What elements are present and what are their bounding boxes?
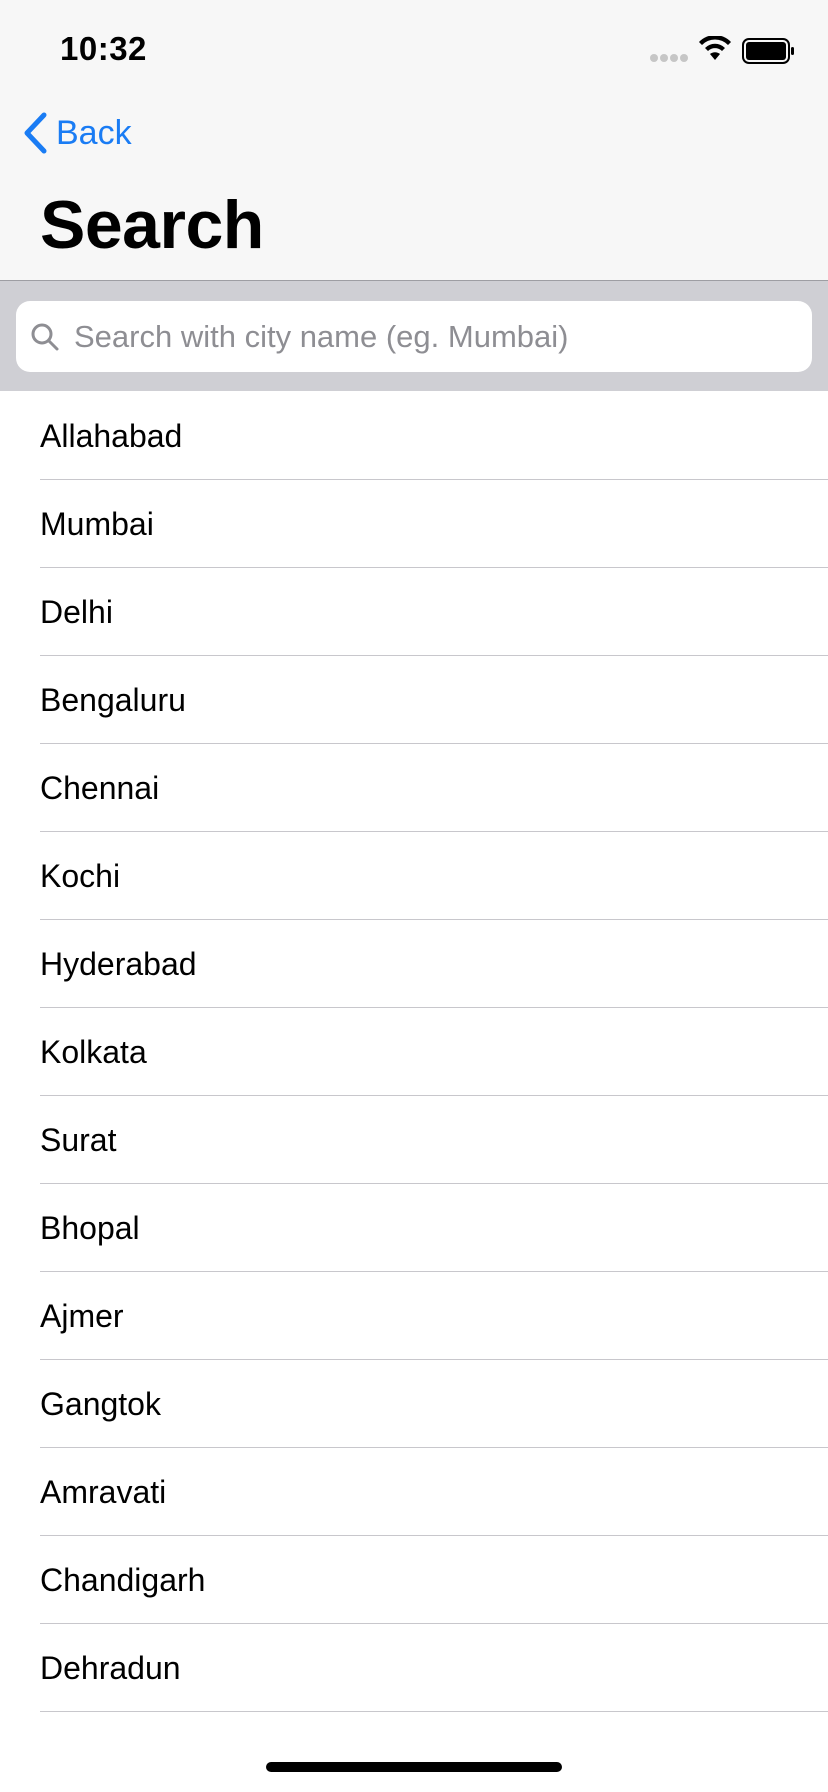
list-item[interactable]: Gangtok [0,1360,828,1448]
status-time: 10:32 [60,30,147,67]
city-name: Gangtok [40,1386,161,1422]
list-item[interactable]: Chandigarh [0,1536,828,1624]
wifi-icon [699,36,731,60]
search-field[interactable] [16,301,812,372]
city-name: Chandigarh [40,1562,206,1598]
city-name: Chennai [40,770,160,806]
back-label: Back [56,113,132,152]
battery-icon [742,38,794,64]
list-item[interactable]: Amravati [0,1448,828,1536]
page-title: Search [40,187,264,263]
list-item[interactable]: Chennai [0,744,828,832]
list-item[interactable]: Kochi [0,832,828,920]
city-name: Surat [40,1122,117,1158]
city-name: Allahabad [40,418,183,454]
list-item[interactable]: Mumbai [0,480,828,568]
city-name: Ajmer [40,1298,124,1334]
city-name: Hyderabad [40,946,197,982]
search-input[interactable] [72,317,776,356]
navigation-header: 10:32 Back Search [0,0,828,280]
city-name: Delhi [40,594,113,630]
city-name: Mumbai [40,506,154,542]
city-name: Kolkata [40,1034,147,1070]
signal-icon [650,54,658,62]
list-item[interactable]: Delhi [0,568,828,656]
list-item[interactable]: Hyderabad [0,920,828,1008]
city-list: Allahabad Mumbai Delhi Bengaluru Chennai… [0,392,828,1712]
city-name: Amravati [40,1474,167,1510]
signal-icon [660,54,668,62]
search-icon [31,323,59,350]
list-item[interactable]: Surat [0,1096,828,1184]
list-item[interactable]: Allahabad [0,392,828,480]
city-name: Dehradun [40,1650,181,1686]
home-indicator[interactable] [266,1762,562,1772]
list-item[interactable]: Kolkata [0,1008,828,1096]
list-item[interactable]: Bhopal [0,1184,828,1272]
list-item[interactable]: Dehradun [0,1624,828,1712]
city-name: Kochi [40,858,121,894]
city-name: Bhopal [40,1210,140,1246]
signal-icon [670,54,678,62]
list-item[interactable]: Ajmer [0,1272,828,1360]
city-name: Bengaluru [40,682,186,718]
chevron-left-icon [24,112,47,154]
back-button[interactable]: Back [22,108,132,158]
search-bar [0,280,828,391]
list-item[interactable]: Bengaluru [0,656,828,744]
signal-icon [680,54,688,62]
